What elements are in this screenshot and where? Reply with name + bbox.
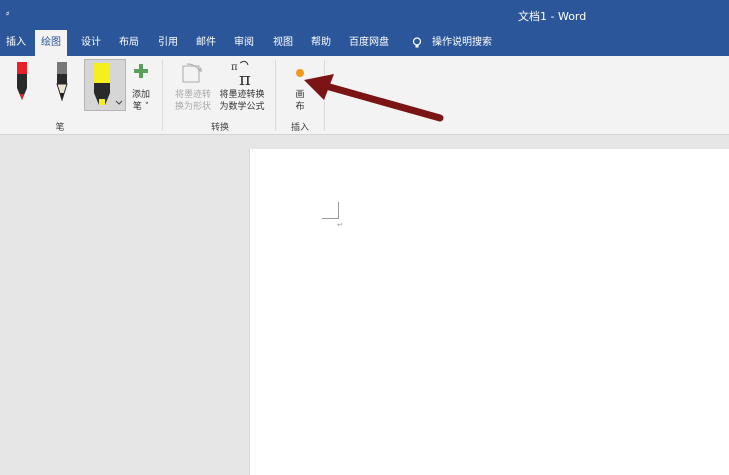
tab-design[interactable]: 设计 <box>81 30 101 56</box>
group-divider <box>275 60 276 130</box>
tab-mailings[interactable]: 邮件 <box>196 30 216 56</box>
tell-me-search[interactable]: 操作说明搜索 <box>432 30 492 56</box>
paragraph-mark: ↵ <box>337 221 343 229</box>
svg-text:π: π <box>231 62 238 73</box>
svg-text:π: π <box>239 69 251 89</box>
tab-view[interactable]: 视图 <box>273 30 293 56</box>
group-divider <box>162 60 163 130</box>
tab-help[interactable]: 帮助 <box>311 30 331 56</box>
tab-review[interactable]: 审阅 <box>234 30 254 56</box>
add-pen-label-line1: 添加 <box>131 90 150 100</box>
red-pen-icon[interactable] <box>12 62 32 102</box>
dark-red-arrow-icon <box>304 74 444 122</box>
window-title: 文档1 - Word <box>518 10 587 23</box>
tab-references[interactable]: 引用 <box>158 30 178 56</box>
plus-icon[interactable] <box>134 64 148 78</box>
tab-baidu-netdisk[interactable]: 百度网盘 <box>349 30 389 56</box>
highlighter-selected-frame[interactable] <box>84 59 126 111</box>
lightbulb-icon <box>412 37 422 48</box>
add-pen-label-line2: 笔 ˅ <box>132 102 150 112</box>
ink-to-math-label-line1: 将墨迹转换 <box>219 90 265 100</box>
chevron-down-icon[interactable] <box>115 100 123 106</box>
yellow-highlighter-icon[interactable] <box>91 63 113 107</box>
ink-to-shape-label-line2: 换为形状 <box>174 102 211 112</box>
tab-draw[interactable]: 绘图 <box>35 30 67 56</box>
title-bar: ⸗ 文档1 - Word <box>0 0 729 30</box>
add-pen-button[interactable]: 添加 笔 ˅ <box>128 89 154 113</box>
quick-access-toolbar[interactable]: ⸗ <box>6 8 9 19</box>
black-pencil-icon[interactable] <box>52 62 72 102</box>
pens-group-label: 笔 <box>55 123 65 133</box>
ink-to-math-label-line2: 为数学公式 <box>219 102 265 112</box>
convert-group-label: 转换 <box>210 123 229 133</box>
ink-to-shape-button[interactable]: 将墨迹转 换为形状 <box>172 89 214 113</box>
document-page[interactable] <box>249 149 729 475</box>
ink-to-shape-label-line1: 将墨迹转 <box>174 90 211 100</box>
page-margin-marker <box>322 202 339 219</box>
ink-to-math-button[interactable]: 将墨迹转换 为数学公式 <box>214 89 270 113</box>
ink-to-shape-icon <box>182 63 202 83</box>
pi-icon: π π <box>231 60 251 89</box>
ribbon-tab-bar: 插入 绘图 设计 布局 引用 邮件 审阅 视图 帮助 百度网盘 操作说明搜索 <box>0 30 729 56</box>
tab-layout[interactable]: 布局 <box>119 30 139 56</box>
tab-insert[interactable]: 插入 <box>6 30 26 56</box>
